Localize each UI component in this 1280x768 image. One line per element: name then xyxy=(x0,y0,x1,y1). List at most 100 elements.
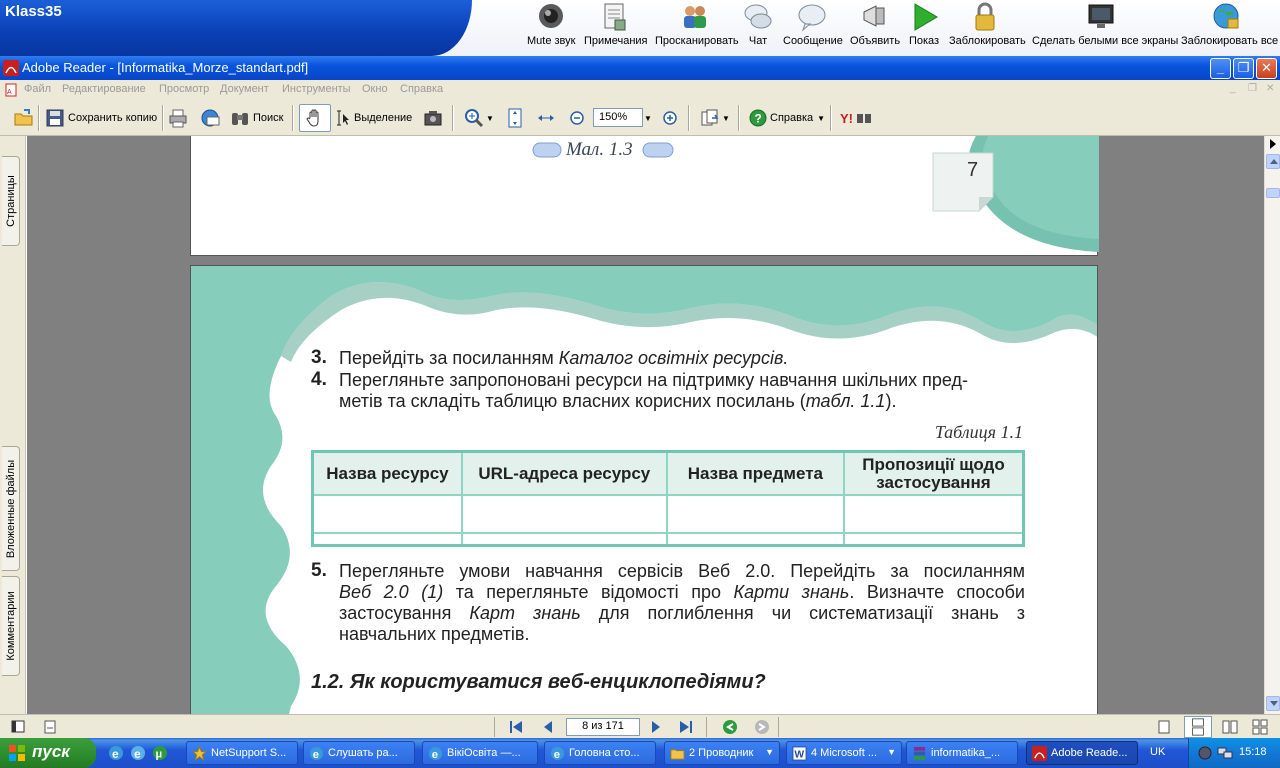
facing-layout-icon[interactable] xyxy=(1222,719,1238,735)
print-button[interactable] xyxy=(168,106,188,130)
zoom-in-tool-button[interactable]: ▼ xyxy=(464,106,494,130)
menu-view[interactable]: Просмотр xyxy=(159,83,209,95)
panel-toggle-icon[interactable] xyxy=(10,719,26,735)
blank-screens-button[interactable]: Сделать белыми все экраны xyxy=(1032,2,1178,54)
vertical-scrollbar[interactable] xyxy=(1264,136,1280,714)
lock-all-button[interactable]: Заблокировать все xyxy=(1181,2,1278,54)
pdf-page-8: 3. Перейдіть за посиланням Каталог освіт… xyxy=(190,265,1098,714)
scroll-top-arrow-icon[interactable] xyxy=(1270,139,1276,149)
fit-width-button[interactable] xyxy=(536,106,556,130)
document-view[interactable]: Мал. 1.3 7 3. Перейдіть за посиланням Ка… xyxy=(27,136,1264,714)
menu-edit[interactable]: Редактирование xyxy=(62,83,146,95)
brand-name: Klass35 xyxy=(5,3,62,20)
mute-sound-button[interactable]: Mute звук xyxy=(527,2,575,54)
attachments-tab[interactable]: Вложенные файлы xyxy=(2,446,20,571)
task-winrar[interactable]: informatika_... xyxy=(906,741,1018,765)
notes-button[interactable]: Примечания xyxy=(584,2,648,54)
resource-table: Назва ресурсу URL-адреса ресурсу Назва п… xyxy=(311,450,1025,547)
announce-button[interactable]: Объявить xyxy=(850,2,900,54)
network-icon[interactable] xyxy=(1217,745,1233,761)
pages-rotate-icon xyxy=(701,109,719,126)
lock-icon xyxy=(975,2,995,31)
scroll-down-button[interactable] xyxy=(1266,696,1280,711)
email-button[interactable] xyxy=(200,106,220,130)
utorrent-quicklaunch-icon[interactable]: μ xyxy=(152,745,168,761)
knowledge-maps-link[interactable]: Карти знань xyxy=(734,582,850,602)
search-button[interactable]: Поиск xyxy=(230,106,283,130)
continuous-facing-layout-icon[interactable] xyxy=(1252,719,1268,735)
previous-page-icon[interactable] xyxy=(540,719,556,735)
show-play-icon xyxy=(914,3,938,31)
table-row xyxy=(311,494,1025,534)
help-button[interactable]: ? Справка ▼ xyxy=(748,106,825,130)
pages-tab[interactable]: Страницы xyxy=(2,156,20,246)
scroll-thumb[interactable] xyxy=(1266,188,1280,198)
lock-button[interactable]: Заблокировать xyxy=(949,2,1026,54)
page-size-icon[interactable] xyxy=(42,719,58,735)
task-explorer-group[interactable]: 2 Проводник ▼ xyxy=(664,741,780,765)
task-homepage[interactable]: e Головна сто... xyxy=(544,741,656,765)
language-indicator[interactable]: UK xyxy=(1150,746,1165,758)
comments-tab[interactable]: Комментарии xyxy=(2,576,20,676)
save-disk-icon xyxy=(46,109,64,127)
hand-tool-button[interactable] xyxy=(299,104,331,132)
minimize-button[interactable]: _ xyxy=(1210,58,1231,79)
next-view-icon[interactable] xyxy=(754,719,770,735)
task-word-group[interactable]: W 4 Microsoft ... ▼ xyxy=(786,741,902,765)
task-netsupport[interactable]: NetSupport S... xyxy=(186,741,298,765)
task-wikiosvita[interactable]: e ВікіОсвіта —... xyxy=(422,741,538,765)
menu-tools[interactable]: Инструменты xyxy=(282,83,351,95)
maximize-button[interactable]: ❐ xyxy=(1233,58,1254,79)
close-button[interactable]: ✕ xyxy=(1256,58,1277,79)
last-page-icon[interactable] xyxy=(678,719,694,735)
svg-text:e: e xyxy=(554,749,560,761)
page-number-input[interactable]: 8 из 171 xyxy=(566,718,640,736)
adobe-reader-icon xyxy=(3,60,19,76)
zoom-level-input[interactable]: 150% xyxy=(593,108,643,127)
doc-close-button[interactable]: ✕ xyxy=(1266,83,1274,94)
tray-app-icon[interactable] xyxy=(1197,745,1213,761)
menu-help[interactable]: Справка xyxy=(400,83,443,95)
zoom-in-button[interactable] xyxy=(660,106,680,130)
item-3-link[interactable]: Каталог освітніх ресурсів. xyxy=(559,348,789,368)
menu-document[interactable]: Документ xyxy=(220,83,269,95)
previous-view-icon[interactable] xyxy=(722,719,738,735)
fit-page-button[interactable] xyxy=(505,106,525,130)
task-adobe-reader[interactable]: Adobe Reade... xyxy=(1026,741,1138,765)
zoom-dropdown-icon[interactable]: ▼ xyxy=(644,106,652,130)
open-button[interactable] xyxy=(14,106,34,130)
show-button[interactable]: Показ xyxy=(908,2,940,54)
netsupport-brand-panel: Klass35 xyxy=(0,0,472,56)
item-3-text: Перейдіть за посиланням xyxy=(339,348,559,368)
yahoo-toolbar-button[interactable]: Y! xyxy=(840,106,874,130)
message-button[interactable]: Сообщение xyxy=(783,2,843,54)
save-copy-button[interactable]: Сохранить копию xyxy=(45,106,157,130)
menu-window[interactable]: Окно xyxy=(362,83,388,95)
task-radio[interactable]: e Слушать ра... xyxy=(303,741,415,765)
scroll-up-button[interactable] xyxy=(1266,154,1280,169)
doc-restore-button[interactable]: ❐ xyxy=(1248,83,1257,94)
doc-minimize-button[interactable]: _ xyxy=(1230,83,1236,94)
scan-button[interactable]: Просканировать xyxy=(655,2,739,54)
continuous-layout-icon[interactable] xyxy=(1184,716,1212,738)
magnifier-plus-icon xyxy=(465,109,484,128)
camera-icon xyxy=(424,111,442,126)
navigation-status-bar: 8 из 171 xyxy=(0,714,1280,738)
start-button[interactable]: пуск xyxy=(0,738,96,768)
first-page-icon[interactable] xyxy=(508,719,524,735)
ie2-quicklaunch-icon[interactable]: e xyxy=(130,745,146,761)
web20-link[interactable]: Веб 2.0 (1) xyxy=(339,582,443,602)
ie-quicklaunch-icon[interactable]: e xyxy=(108,745,124,761)
select-tool-button[interactable]: Выделение xyxy=(334,106,412,130)
table-cell xyxy=(311,531,463,547)
pdf-page-7: Мал. 1.3 7 xyxy=(190,136,1099,256)
zoom-out-button[interactable] xyxy=(567,106,587,130)
single-page-layout-icon[interactable] xyxy=(1156,719,1172,735)
toolbar-separator xyxy=(738,105,740,131)
next-page-icon[interactable] xyxy=(648,719,664,735)
menu-file[interactable]: Файл xyxy=(24,83,51,95)
snapshot-button[interactable] xyxy=(423,106,443,130)
toolbar-separator xyxy=(452,105,454,131)
chat-button[interactable]: Чат xyxy=(742,2,774,54)
rotate-view-button[interactable]: ▼ xyxy=(700,106,730,130)
